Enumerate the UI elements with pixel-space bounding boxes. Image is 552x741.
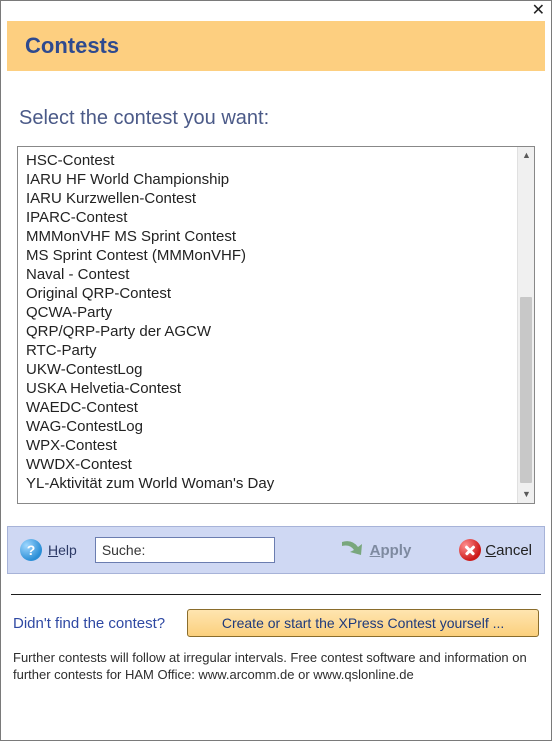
scrollbar[interactable]: ▲ ▼ <box>517 147 534 503</box>
header-band: Contests <box>7 21 545 71</box>
list-item[interactable]: MMMonVHF MS Sprint Contest <box>24 227 511 246</box>
footer-note: Further contests will follow at irregula… <box>1 637 551 683</box>
apply-label: Apply <box>370 542 412 559</box>
list-item[interactable]: WAG-ContestLog <box>24 417 511 436</box>
list-item[interactable]: WPX-Contest <box>24 436 511 455</box>
help-label: Help <box>48 542 77 558</box>
list-item[interactable]: UKW-ContestLog <box>24 360 511 379</box>
apply-button[interactable]: Apply <box>338 537 412 563</box>
list-item[interactable]: Original QRP-Contest <box>24 284 511 303</box>
list-item[interactable]: YL-Aktivität zum World Woman's Day <box>24 474 511 493</box>
list-item[interactable]: IPARC-Contest <box>24 208 511 227</box>
help-icon: ? <box>20 539 42 561</box>
button-bar: ? Help Apply Cancel <box>7 526 545 574</box>
list-item[interactable]: WWDX-Contest <box>24 455 511 474</box>
list-item[interactable]: IARU Kurzwellen-Contest <box>24 189 511 208</box>
list-item[interactable]: IARU HF World Championship <box>24 170 511 189</box>
list-item[interactable]: QRP/QRP-Party der AGCW <box>24 322 511 341</box>
list-item[interactable]: MS Sprint Contest (MMMonVHF) <box>24 246 511 265</box>
cancel-icon <box>459 539 481 561</box>
contest-listbox[interactable]: HSC-ContestIARU HF World ChampionshipIAR… <box>17 146 535 504</box>
cancel-label: Cancel <box>485 542 532 559</box>
dialog-window: ✕ Contests Select the contest you want: … <box>0 0 552 741</box>
list-item[interactable]: QCWA-Party <box>24 303 511 322</box>
scroll-down-arrow-icon[interactable]: ▼ <box>518 486 535 503</box>
list-item[interactable]: USKA Helvetia-Contest <box>24 379 511 398</box>
titlebar: ✕ <box>1 1 551 21</box>
selection-prompt: Select the contest you want: <box>19 107 535 130</box>
cancel-button[interactable]: Cancel <box>459 539 532 561</box>
xpress-create-button[interactable]: Create or start the XPress Contest yours… <box>187 609 539 637</box>
footer-question: Didn't find the contest? <box>13 615 165 632</box>
contest-list-viewport[interactable]: HSC-ContestIARU HF World ChampionshipIAR… <box>18 147 517 503</box>
search-input[interactable] <box>95 537 275 563</box>
footer-row: Didn't find the contest? Create or start… <box>1 595 551 637</box>
content-area: Select the contest you want: HSC-Contest… <box>1 71 551 504</box>
list-item[interactable]: RTC-Party <box>24 341 511 360</box>
scroll-up-arrow-icon[interactable]: ▲ <box>518 147 535 164</box>
list-item[interactable]: WAEDC-Contest <box>24 398 511 417</box>
scroll-thumb[interactable] <box>520 297 532 483</box>
help-button[interactable]: ? Help <box>20 539 77 561</box>
apply-arrow-icon <box>338 537 364 563</box>
list-item[interactable]: HSC-Contest <box>24 151 511 170</box>
close-button[interactable]: ✕ <box>532 1 545 21</box>
list-item[interactable]: Naval - Contest <box>24 265 511 284</box>
header-title: Contests <box>25 33 119 59</box>
